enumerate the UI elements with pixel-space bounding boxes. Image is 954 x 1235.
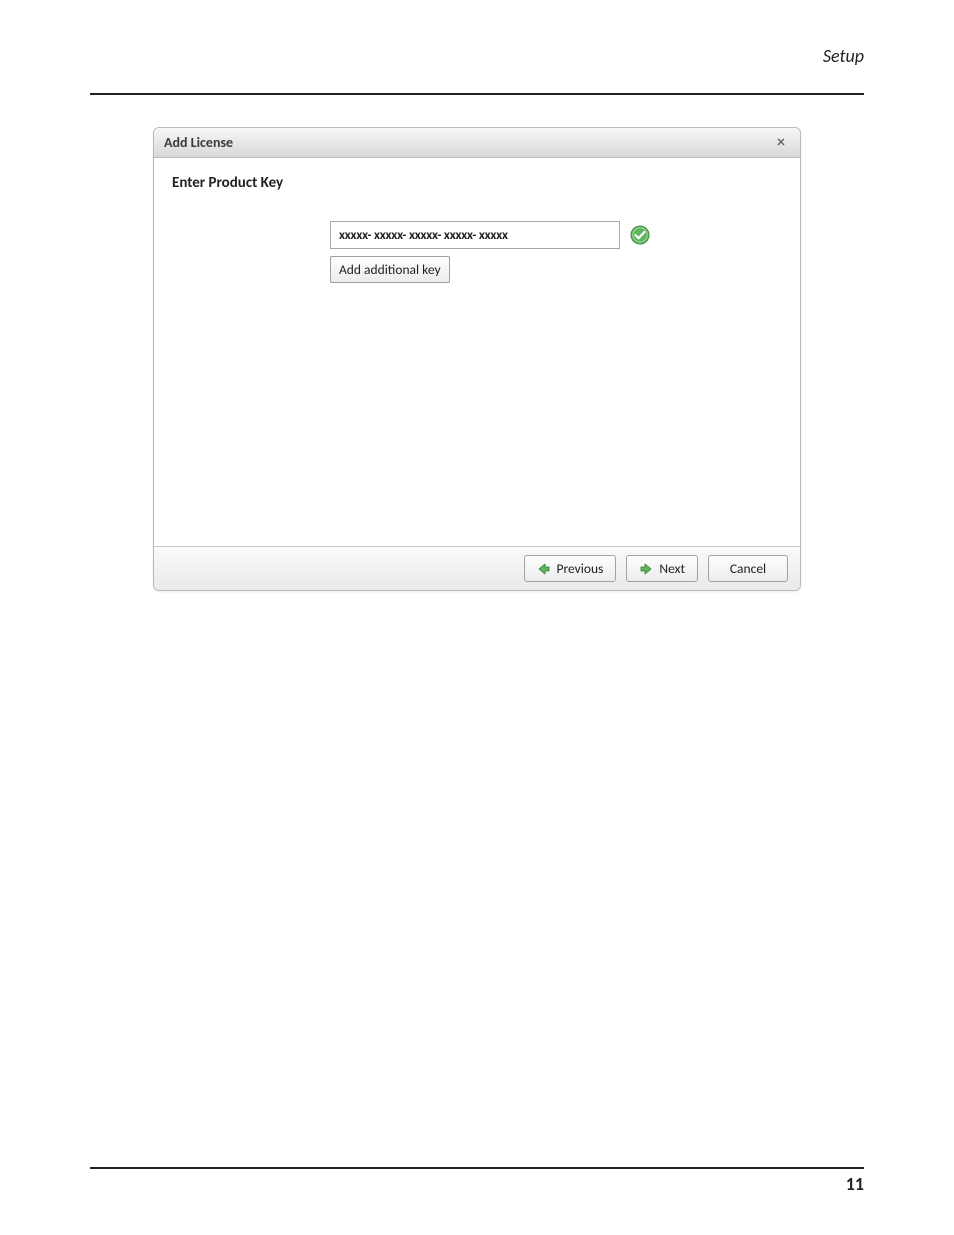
- page-number: 11: [90, 1173, 864, 1195]
- dialog-screenshot: Add License × Enter Product Key Add a: [153, 127, 801, 591]
- arrow-left-icon: [537, 562, 551, 576]
- dialog-footer: Previous Next Cancel: [154, 546, 800, 590]
- horizontal-rule-top: [90, 93, 864, 95]
- close-icon[interactable]: ×: [772, 135, 790, 151]
- previous-button[interactable]: Previous: [524, 555, 617, 582]
- cancel-button[interactable]: Cancel: [708, 555, 788, 582]
- section-header-label: Setup: [90, 45, 864, 67]
- next-button-label: Next: [659, 560, 685, 577]
- dialog-title: Add License: [164, 134, 233, 151]
- add-license-dialog: Add License × Enter Product Key Add a: [153, 127, 801, 591]
- document-page: Setup Add License × Enter Product Key: [0, 0, 954, 1235]
- section-title: Enter Product Key: [172, 174, 782, 192]
- arrow-right-icon: [639, 562, 653, 576]
- add-additional-key-button[interactable]: Add additional key: [330, 256, 450, 283]
- horizontal-rule-bottom: [90, 1167, 864, 1169]
- dialog-titlebar: Add License ×: [154, 128, 800, 158]
- next-button[interactable]: Next: [626, 555, 698, 582]
- product-key-input[interactable]: [330, 221, 620, 249]
- page-header: Setup: [90, 45, 864, 95]
- dialog-body: Enter Product Key Add additional key: [154, 158, 800, 546]
- previous-button-label: Previous: [557, 560, 604, 577]
- page-footer: 11: [90, 1167, 864, 1195]
- product-key-row: [330, 221, 650, 249]
- checkmark-icon: [630, 225, 650, 245]
